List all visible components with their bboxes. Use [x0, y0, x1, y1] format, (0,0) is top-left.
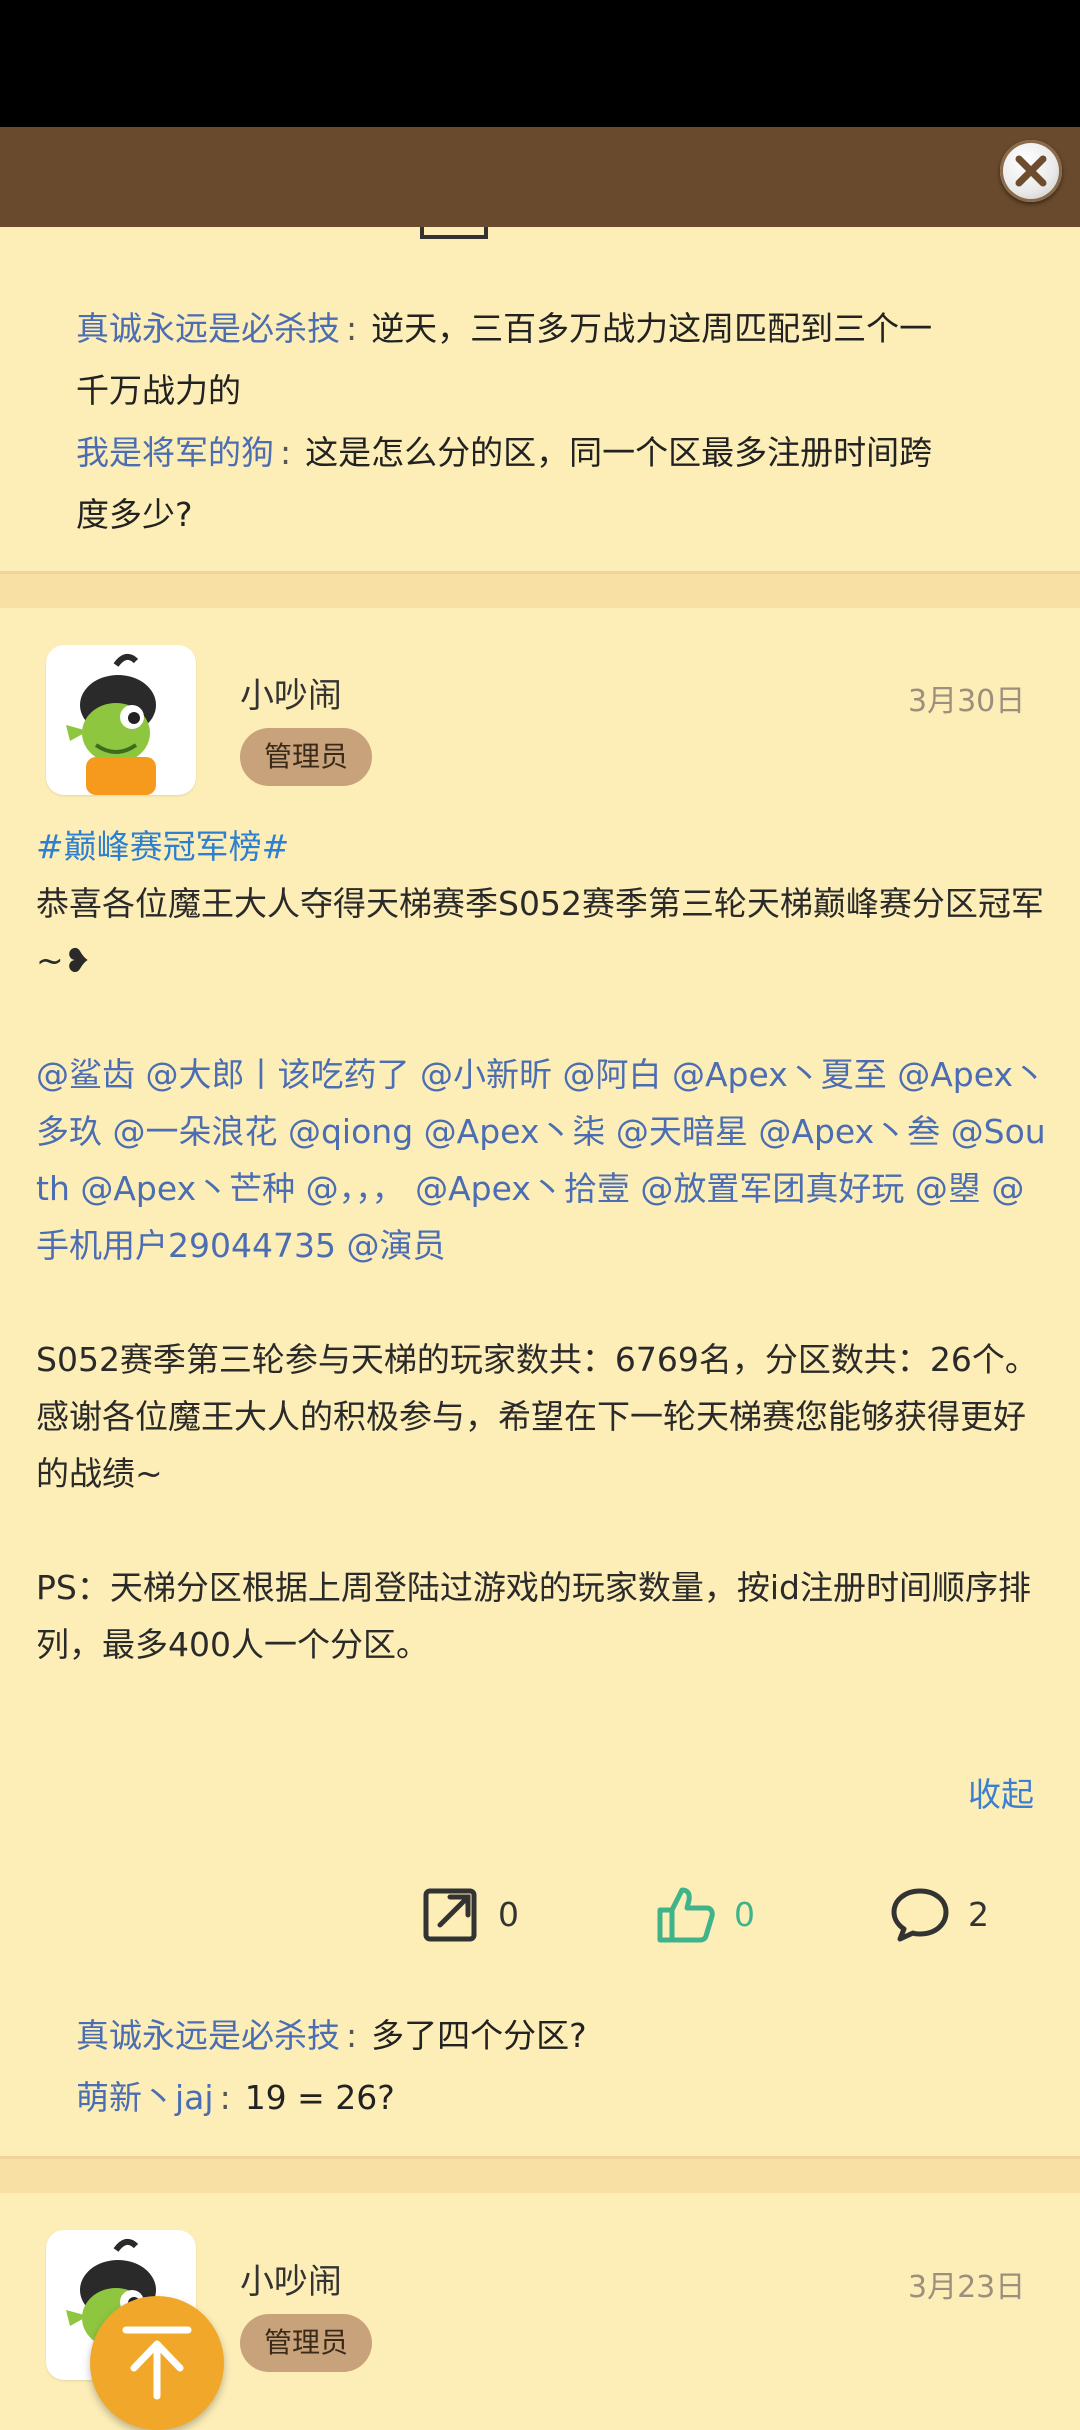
- comment-text: 19 = 26?: [244, 2078, 395, 2117]
- avatar[interactable]: [46, 645, 196, 795]
- collapse-link[interactable]: 收起: [968, 1768, 1034, 1816]
- like-button[interactable]: 0: [656, 1884, 755, 1944]
- post-mentions[interactable]: @鲨齿 @大郎丨该吃药了 @小新昕 @阿白 @Apex丶夏至 @Apex丶多玖 …: [36, 1046, 1046, 1274]
- comment-text-cont: 度多少?: [76, 495, 193, 534]
- post-ps: PS：天梯分区根据上周登陆过游戏的玩家数量，按id注册时间顺序排列，最多400人…: [36, 1568, 1031, 1664]
- share-icon: [423, 1888, 477, 1942]
- comment-text: 这是怎么分的区，同一个区最多注册时间跨: [305, 433, 933, 472]
- like-count: 0: [734, 1894, 755, 1934]
- comment-item: 真诚永远是必杀技: 逆天，三百多万战力这周匹配到三个一 千万战力的: [76, 309, 933, 410]
- comment-text-cont: 千万战力的: [76, 371, 241, 410]
- post-date: 3月30日: [908, 684, 1026, 719]
- comment-count: 2: [968, 1894, 989, 1934]
- comment-text: 逆天，三百多万战力这周匹配到三个一: [371, 309, 933, 348]
- post-thanks: 感谢各位魔王大人的积极参与，希望在下一轮天梯赛您能够获得更好的战绩~: [36, 1397, 1026, 1493]
- post-divider: [0, 2156, 1080, 2193]
- author-name[interactable]: 小吵闹: [240, 668, 342, 717]
- role-badge: 管理员: [240, 728, 373, 786]
- comment-user[interactable]: 萌新丶jaj: [76, 2078, 214, 2117]
- post-line: 恭喜各位魔王大人夺得天梯赛季S052赛季第三轮天梯巅峰赛分区冠军~❥: [36, 884, 1044, 980]
- role-badge: 管理员: [240, 2314, 373, 2372]
- author-name[interactable]: 小吵闹: [240, 2254, 342, 2303]
- thumbs-up-icon: [657, 1887, 715, 1943]
- comment-user[interactable]: 真诚永远是必杀技: [76, 2016, 340, 2055]
- comment-user[interactable]: 我是将军的狗: [76, 433, 274, 472]
- top-bar: [0, 127, 1080, 227]
- share-count: 0: [498, 1894, 519, 1934]
- arrow-up-icon: [122, 2326, 192, 2400]
- comment-user[interactable]: 真诚永远是必杀技: [76, 309, 340, 348]
- comment-icon: [891, 1888, 949, 1942]
- share-button[interactable]: 0: [422, 1884, 519, 1944]
- post-divider: [0, 571, 1080, 608]
- close-icon[interactable]: [1000, 140, 1062, 202]
- status-bar: [0, 0, 1080, 127]
- comment-item: 真诚永远是必杀技: 多了四个分区?: [76, 2016, 587, 2055]
- comment-item: 我是将军的狗: 这是怎么分的区，同一个区最多注册时间跨 度多少?: [76, 433, 933, 534]
- post-stats: S052赛季第三轮参与天梯的玩家数共：6769名，分区数共：26个。: [36, 1340, 1038, 1379]
- share-icon-partial: [420, 227, 488, 239]
- comment-button[interactable]: 2: [890, 1884, 989, 1944]
- scroll-to-top-button[interactable]: [90, 2296, 224, 2430]
- post-hashtag[interactable]: #巅峰赛冠军榜#: [36, 818, 1046, 875]
- comment-text: 多了四个分区?: [371, 2016, 587, 2055]
- comment-item: 萌新丶jaj:19 = 26?: [76, 2078, 395, 2117]
- post-date: 3月23日: [908, 2270, 1026, 2305]
- post-body: #巅峰赛冠军榜# 恭喜各位魔王大人夺得天梯赛季S052赛季第三轮天梯巅峰赛分区冠…: [36, 818, 1046, 1673]
